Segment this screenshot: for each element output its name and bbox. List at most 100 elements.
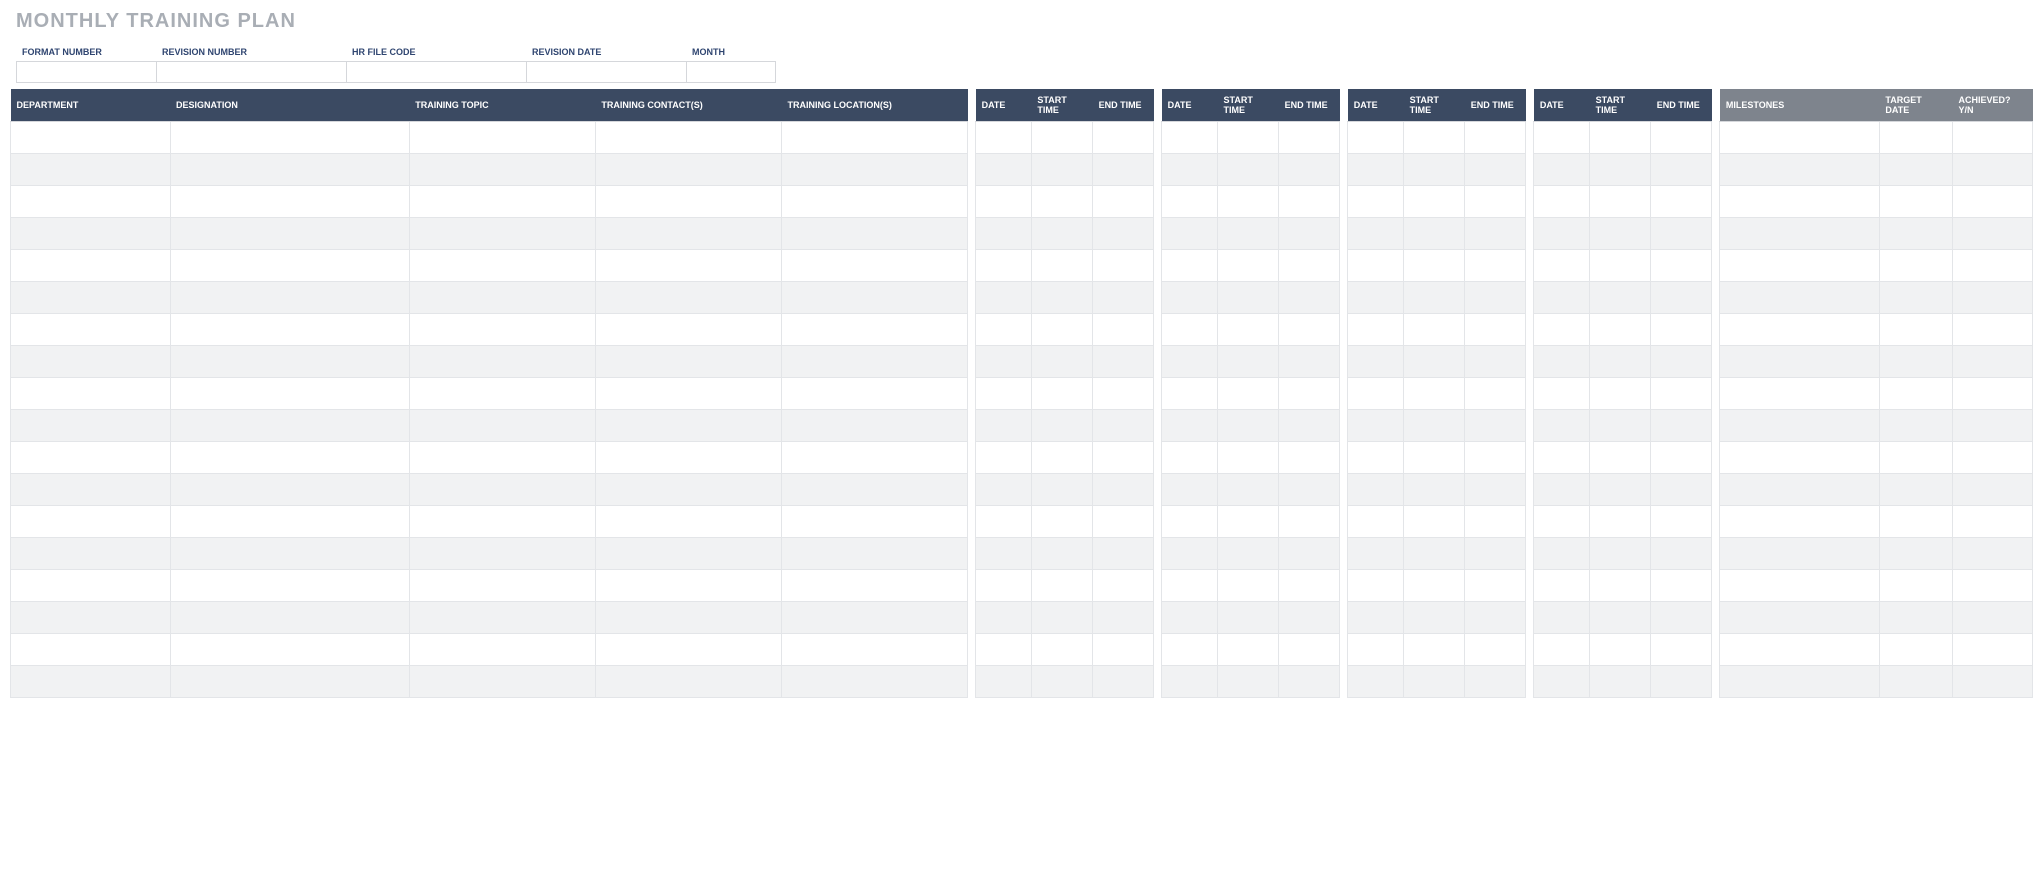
cell-week4-date[interactable]: [1534, 346, 1590, 378]
cell-week1-date[interactable]: [976, 314, 1032, 346]
cell-week1-date[interactable]: [976, 154, 1032, 186]
cell-target-date[interactable]: [1879, 410, 1952, 442]
cell-week4-start[interactable]: [1590, 474, 1651, 506]
cell-week2-date[interactable]: [1162, 282, 1218, 314]
cell-week3-start[interactable]: [1404, 474, 1465, 506]
cell-training-locations[interactable]: [782, 442, 968, 474]
cell-training-locations[interactable]: [782, 346, 968, 378]
cell-milestones[interactable]: [1720, 538, 1880, 570]
cell-milestones[interactable]: [1720, 634, 1880, 666]
cell-department[interactable]: [11, 570, 171, 602]
cell-week3-start[interactable]: [1404, 506, 1465, 538]
cell-week4-end[interactable]: [1651, 602, 1712, 634]
cell-week3-date[interactable]: [1348, 122, 1404, 154]
cell-week3-start[interactable]: [1404, 154, 1465, 186]
cell-week4-end[interactable]: [1651, 570, 1712, 602]
cell-week2-start[interactable]: [1218, 634, 1279, 666]
cell-target-date[interactable]: [1879, 602, 1952, 634]
cell-week1-start[interactable]: [1031, 410, 1092, 442]
cell-training-contacts[interactable]: [595, 314, 781, 346]
cell-week3-end[interactable]: [1465, 538, 1526, 570]
cell-week2-date[interactable]: [1162, 602, 1218, 634]
cell-week3-start[interactable]: [1404, 602, 1465, 634]
cell-week3-date[interactable]: [1348, 474, 1404, 506]
cell-week2-end[interactable]: [1279, 282, 1340, 314]
cell-department[interactable]: [11, 506, 171, 538]
cell-department[interactable]: [11, 314, 171, 346]
cell-target-date[interactable]: [1879, 282, 1952, 314]
cell-week2-end[interactable]: [1279, 538, 1340, 570]
cell-week2-date[interactable]: [1162, 474, 1218, 506]
cell-week2-start[interactable]: [1218, 602, 1279, 634]
cell-week2-start[interactable]: [1218, 506, 1279, 538]
cell-week4-start[interactable]: [1590, 538, 1651, 570]
cell-week1-end[interactable]: [1093, 570, 1154, 602]
cell-week4-start[interactable]: [1590, 346, 1651, 378]
cell-week4-end[interactable]: [1651, 250, 1712, 282]
cell-achieved[interactable]: [1953, 186, 2033, 218]
cell-achieved[interactable]: [1953, 442, 2033, 474]
cell-week1-date[interactable]: [976, 506, 1032, 538]
cell-department[interactable]: [11, 410, 171, 442]
cell-training-locations[interactable]: [782, 154, 968, 186]
cell-training-topic[interactable]: [409, 442, 595, 474]
cell-week1-date[interactable]: [976, 666, 1032, 698]
cell-week2-date[interactable]: [1162, 122, 1218, 154]
cell-week2-end[interactable]: [1279, 570, 1340, 602]
cell-week2-start[interactable]: [1218, 122, 1279, 154]
cell-week2-start[interactable]: [1218, 378, 1279, 410]
cell-training-topic[interactable]: [409, 506, 595, 538]
cell-week2-end[interactable]: [1279, 154, 1340, 186]
cell-week1-end[interactable]: [1093, 474, 1154, 506]
cell-week4-start[interactable]: [1590, 154, 1651, 186]
cell-week3-date[interactable]: [1348, 666, 1404, 698]
cell-designation[interactable]: [170, 634, 409, 666]
cell-week3-date[interactable]: [1348, 186, 1404, 218]
cell-achieved[interactable]: [1953, 570, 2033, 602]
cell-week4-start[interactable]: [1590, 570, 1651, 602]
cell-department[interactable]: [11, 218, 171, 250]
cell-week2-start[interactable]: [1218, 666, 1279, 698]
cell-milestones[interactable]: [1720, 122, 1880, 154]
cell-week3-end[interactable]: [1465, 634, 1526, 666]
cell-designation[interactable]: [170, 666, 409, 698]
cell-training-locations[interactable]: [782, 378, 968, 410]
cell-week3-end[interactable]: [1465, 602, 1526, 634]
cell-week1-start[interactable]: [1031, 570, 1092, 602]
cell-week4-end[interactable]: [1651, 538, 1712, 570]
cell-milestones[interactable]: [1720, 570, 1880, 602]
cell-week1-date[interactable]: [976, 538, 1032, 570]
cell-milestones[interactable]: [1720, 666, 1880, 698]
cell-week4-end[interactable]: [1651, 186, 1712, 218]
cell-week2-date[interactable]: [1162, 154, 1218, 186]
cell-week3-date[interactable]: [1348, 154, 1404, 186]
cell-week1-date[interactable]: [976, 250, 1032, 282]
cell-training-contacts[interactable]: [595, 154, 781, 186]
cell-target-date[interactable]: [1879, 538, 1952, 570]
cell-week4-date[interactable]: [1534, 186, 1590, 218]
cell-department[interactable]: [11, 122, 171, 154]
cell-achieved[interactable]: [1953, 154, 2033, 186]
cell-training-topic[interactable]: [409, 602, 595, 634]
cell-week3-end[interactable]: [1465, 506, 1526, 538]
cell-week1-start[interactable]: [1031, 122, 1092, 154]
cell-week4-date[interactable]: [1534, 378, 1590, 410]
cell-week1-end[interactable]: [1093, 154, 1154, 186]
cell-week2-date[interactable]: [1162, 346, 1218, 378]
cell-week2-date[interactable]: [1162, 442, 1218, 474]
cell-week1-date[interactable]: [976, 186, 1032, 218]
cell-training-topic[interactable]: [409, 282, 595, 314]
cell-week3-date[interactable]: [1348, 250, 1404, 282]
cell-week1-start[interactable]: [1031, 378, 1092, 410]
cell-week2-start[interactable]: [1218, 346, 1279, 378]
cell-week2-start[interactable]: [1218, 538, 1279, 570]
cell-week1-date[interactable]: [976, 474, 1032, 506]
cell-week4-date[interactable]: [1534, 410, 1590, 442]
cell-week4-date[interactable]: [1534, 122, 1590, 154]
cell-milestones[interactable]: [1720, 282, 1880, 314]
cell-week4-start[interactable]: [1590, 122, 1651, 154]
cell-training-contacts[interactable]: [595, 538, 781, 570]
cell-department[interactable]: [11, 538, 171, 570]
cell-milestones[interactable]: [1720, 154, 1880, 186]
cell-week3-end[interactable]: [1465, 346, 1526, 378]
